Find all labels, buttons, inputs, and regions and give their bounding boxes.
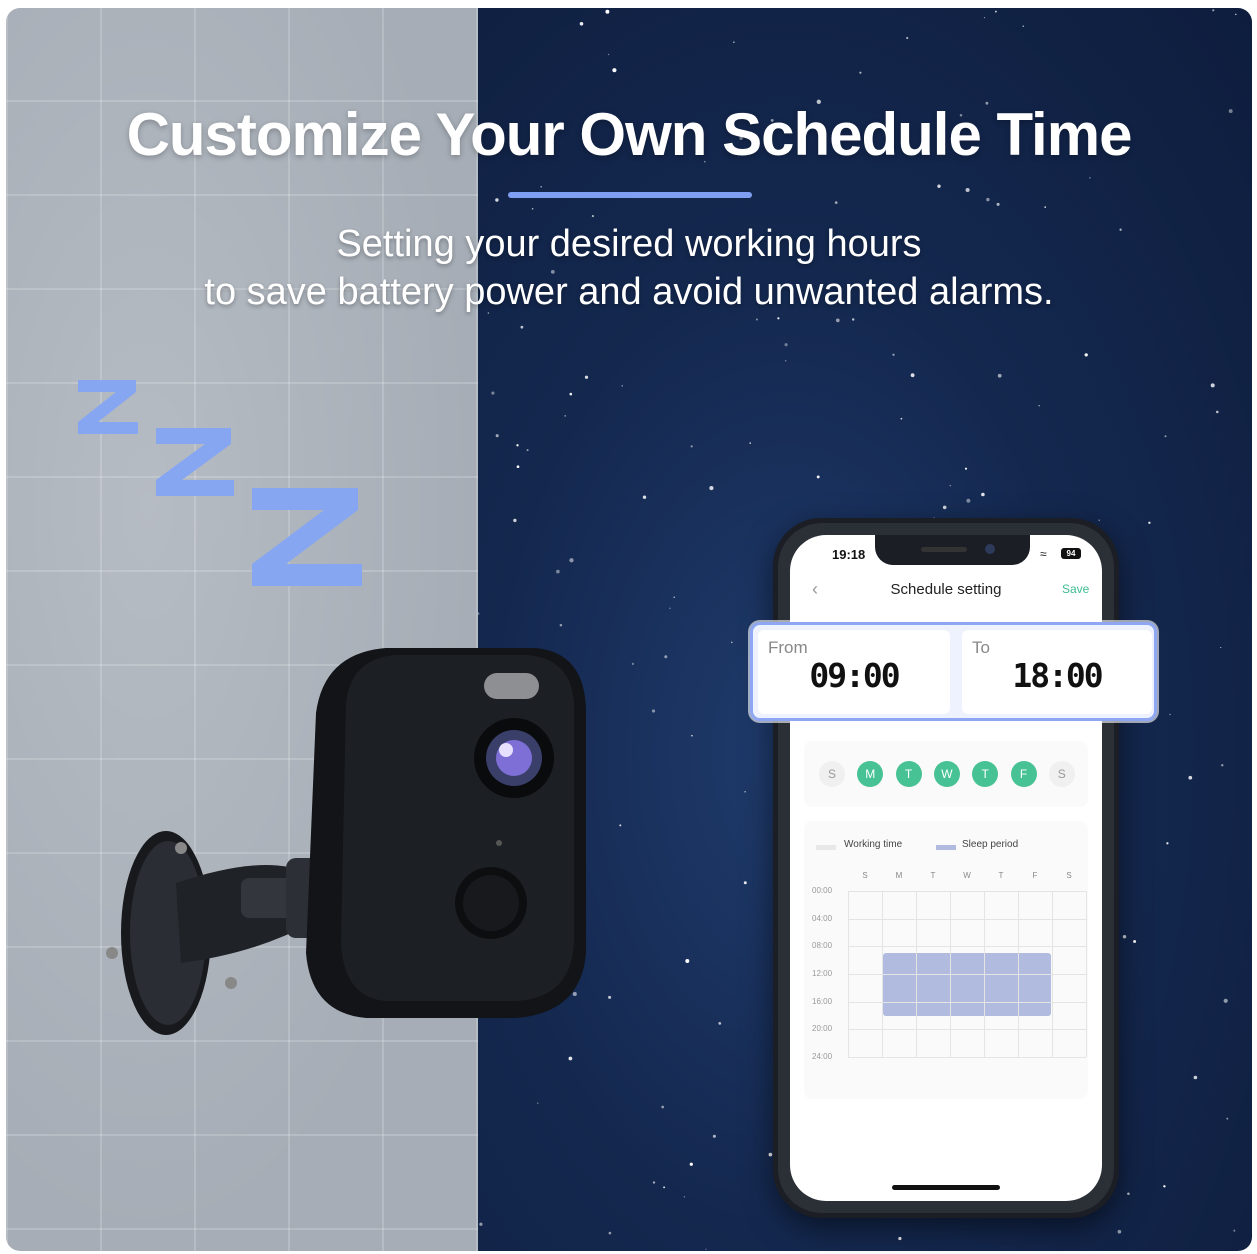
wall-background [6,8,478,1251]
chart-hour-label: 24:00 [812,1052,833,1061]
to-label: To [972,638,990,657]
grid-line [848,1029,1086,1031]
status-time: 19:18 [832,547,866,562]
day-toggle[interactable]: T [895,761,922,787]
chart-day-label: T [998,871,1004,880]
grid-line [848,1001,1086,1003]
day-toggle[interactable]: M [857,761,884,787]
chart-hour-label: 20:00 [812,1024,833,1034]
working-time-swatch [816,845,836,850]
subtitle: Setting your desired working hours to sa… [6,220,1252,316]
legend-sleep-period: Sleep period [962,839,1019,850]
activation-days: SMTWTFS [804,741,1088,807]
sleep-period-swatch [936,845,956,850]
grid-line [848,1057,1086,1058]
grid-line [848,946,1086,948]
schedule-chart: Working time Sleep period S M T W T F S 00:00 04… [804,821,1088,1099]
chart-day-label: S [1066,871,1072,880]
front-camera-icon [985,544,995,554]
chart-hour-label: 12:00 [812,969,833,978]
chart-hour-label: 08:00 [812,941,833,951]
chart-day-label: T [930,871,936,880]
time-range-popup: From 09:00 To 18:00 [750,622,1157,721]
day-toggle[interactable]: T [972,761,999,787]
grid-line [848,891,1086,892]
legend-working-time: Working time [844,839,903,850]
headline: Customize Your Own Schedule Time [126,101,1133,168]
security-camera-image [106,648,586,1035]
to-time-field[interactable]: To 18:00 [962,630,1152,714]
phone-notch [875,535,1030,565]
chart-hour-label: 00:00 [812,886,833,895]
day-toggle[interactable]: F [1010,761,1037,787]
page-title: Schedule setting [890,581,1002,598]
sleep-period-block [883,953,1051,1016]
from-label: From [768,638,808,657]
grid-line [848,974,1086,975]
chart-hour-label: 16:00 [812,996,833,1006]
chart-day-label: F [1032,871,1038,880]
grid-line [1086,891,1087,1057]
sleep-zzz-icon [78,380,362,586]
from-time-value: 09:00 [809,656,900,695]
battery-icon: 94 [1061,548,1081,559]
grid-line [848,918,1086,920]
day-toggle[interactable]: S [1048,761,1075,787]
chart-day-label: W [963,871,971,880]
to-time-value: 18:00 [1012,656,1103,695]
wifi-icon: ≈ [1040,547,1047,561]
chart-day-label: M [895,871,903,880]
subtitle-line-2: to save battery power and avoid unwanted… [204,271,1054,313]
subtitle-line-1: Setting your desired working hours [336,223,922,265]
title-divider [508,192,752,198]
from-time-field[interactable]: From 09:00 [758,630,950,714]
day-toggle[interactable]: W [933,761,960,787]
save-button[interactable]: Save [1062,582,1089,596]
day-toggle[interactable]: S [819,761,845,787]
speaker-icon [921,547,967,552]
chart-hour-label: 04:00 [812,913,833,923]
schedule-grid [848,891,1087,1058]
home-indicator [892,1185,1000,1190]
chart-day-label: S [862,871,868,880]
